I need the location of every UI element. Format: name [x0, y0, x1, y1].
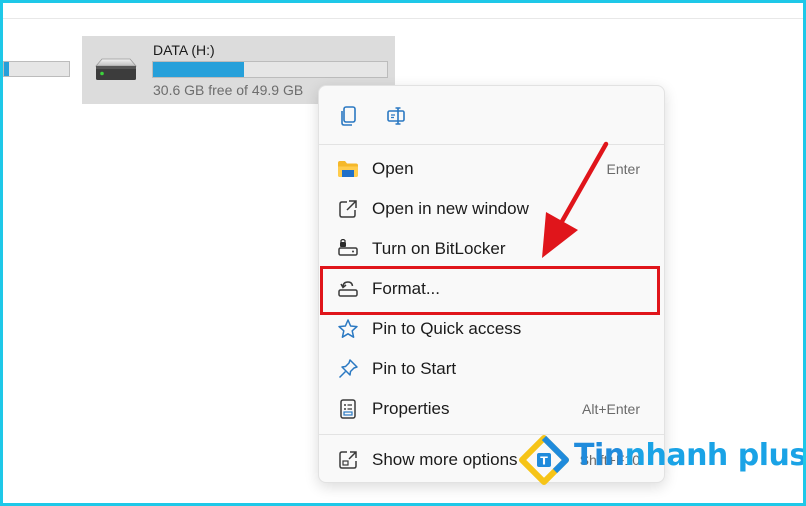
watermark: T Tinnhanh plus — [518, 432, 806, 492]
copy-icon — [341, 106, 356, 126]
hard-drive-icon — [95, 58, 137, 80]
new-window-icon — [337, 199, 359, 219]
pin-icon — [337, 359, 359, 379]
menu-item-label: Turn on BitLocker — [372, 239, 506, 258]
menu-item-label: Open in new window — [372, 199, 529, 218]
menu-item-shortcut: Alt+Enter — [582, 401, 640, 417]
more-options-icon — [337, 450, 359, 470]
partial-drive-usage-bar[interactable] — [3, 61, 70, 77]
drive-free-space: 30.6 GB free of 49.9 GB — [153, 82, 304, 98]
rename-button[interactable] — [383, 102, 411, 130]
svg-text:T: T — [540, 455, 548, 468]
star-icon — [337, 319, 359, 339]
drive-name: DATA (H:) — [153, 42, 215, 58]
properties-icon — [337, 399, 359, 419]
folder-icon — [337, 159, 359, 179]
menu-item-pin-quick-access[interactable]: Pin to Quick access — [325, 310, 658, 348]
rename-icon — [387, 107, 405, 125]
format-highlight-box — [320, 266, 660, 315]
tinnhanhplus-logo-icon: T — [519, 435, 569, 485]
watermark-text: Tinnhanh plus — [574, 438, 806, 473]
bitlocker-icon — [337, 239, 359, 259]
menu-item-label: Pin to Start — [372, 359, 457, 378]
drive-usage-fill — [153, 62, 244, 77]
menu-item-properties[interactable]: Properties Alt+Enter — [325, 390, 658, 428]
menu-item-label: Show more options — [372, 450, 518, 469]
menu-item-label: Pin to Quick access — [372, 319, 522, 338]
top-divider — [3, 18, 803, 19]
copy-button[interactable] — [335, 102, 363, 130]
menu-item-label: Open — [372, 159, 414, 178]
partial-drive-usage-fill — [4, 62, 9, 76]
drive-usage-bar — [152, 61, 388, 78]
red-arrow-icon — [542, 141, 609, 258]
menu-item-pin-to-start[interactable]: Pin to Start — [325, 350, 658, 388]
menu-item-label: Properties — [372, 399, 450, 418]
